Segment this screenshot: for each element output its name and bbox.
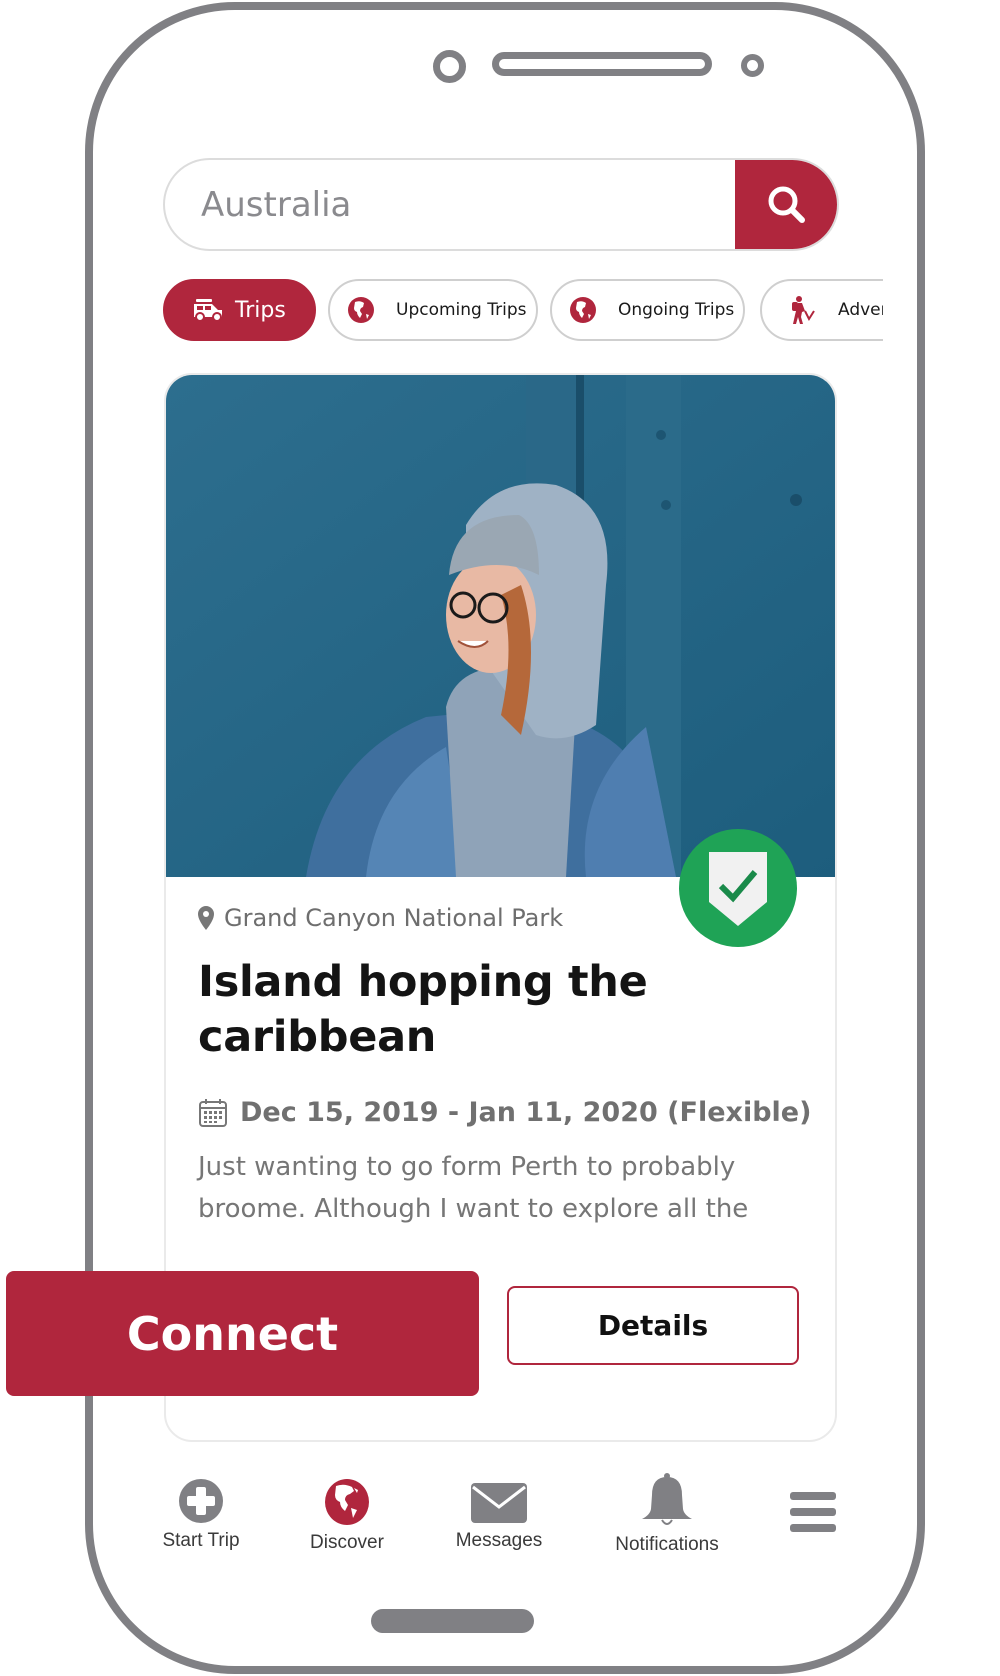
connect-button[interactable]: Connect [6, 1271, 479, 1396]
hiker-icon [788, 295, 818, 325]
chip-trips[interactable]: Trips [163, 279, 316, 341]
nav-messages[interactable]: Messages [449, 1482, 549, 1552]
search-bar [163, 158, 839, 251]
verified-badge [679, 829, 797, 947]
chip-adventure[interactable]: Adven [760, 279, 883, 341]
trip-title: Island hopping the caribbean [198, 957, 648, 1062]
bell-icon [642, 1473, 692, 1525]
chip-ongoing-trips[interactable]: Ongoing Trips [550, 279, 745, 341]
chip-label: Trips [235, 297, 286, 323]
globe-icon [346, 295, 376, 325]
nav-label: Discover [310, 1532, 384, 1553]
nav-label: Start Trip [162, 1530, 240, 1551]
chip-label: Ongoing Trips [618, 300, 735, 320]
chip-label: Upcoming Trips [396, 300, 527, 320]
trip-description: Just wanting to go form Perth to probabl… [198, 1152, 749, 1224]
nav-menu[interactable] [789, 1491, 837, 1533]
photo-illustration [166, 375, 835, 877]
search-input[interactable] [201, 178, 721, 232]
nav-label: Notifications [615, 1534, 719, 1555]
globe-icon [568, 295, 598, 325]
chip-upcoming-trips[interactable]: Upcoming Trips [328, 279, 538, 341]
chip-label: Adven [838, 300, 883, 320]
map-pin-icon [198, 906, 214, 930]
trip-location: Grand Canyon National Park [198, 904, 563, 932]
trip-photo [166, 375, 835, 877]
envelope-icon [471, 1483, 527, 1523]
search-button[interactable] [735, 160, 837, 249]
hamburger-menu-icon [790, 1492, 836, 1532]
nav-notifications[interactable]: Notifications [607, 1472, 727, 1556]
location-text: Grand Canyon National Park [224, 904, 564, 932]
verified-shield-check-icon [709, 852, 767, 926]
calendar-icon [199, 1098, 227, 1127]
nav-discover[interactable]: Discover [301, 1478, 393, 1554]
sensor [741, 54, 764, 77]
details-button[interactable]: Details [507, 1286, 799, 1365]
car-icon [191, 295, 225, 325]
home-indicator[interactable] [371, 1609, 534, 1633]
plus-circle-icon [179, 1479, 223, 1523]
trip-dates: Dec 15, 2019 - Jan 11, 2020 (Flexible) [198, 1097, 811, 1128]
search-icon [768, 186, 805, 223]
speaker-grille [492, 52, 712, 76]
nav-start-trip[interactable]: Start Trip [155, 1478, 247, 1552]
filter-chips: Trips Upcoming Trips Ongoing Trips Adve [163, 279, 883, 343]
front-camera [433, 50, 466, 83]
nav-label: Messages [455, 1530, 543, 1551]
globe-icon [325, 1479, 369, 1525]
dates-text: Dec 15, 2019 - Jan 11, 2020 (Flexible) [240, 1097, 812, 1128]
